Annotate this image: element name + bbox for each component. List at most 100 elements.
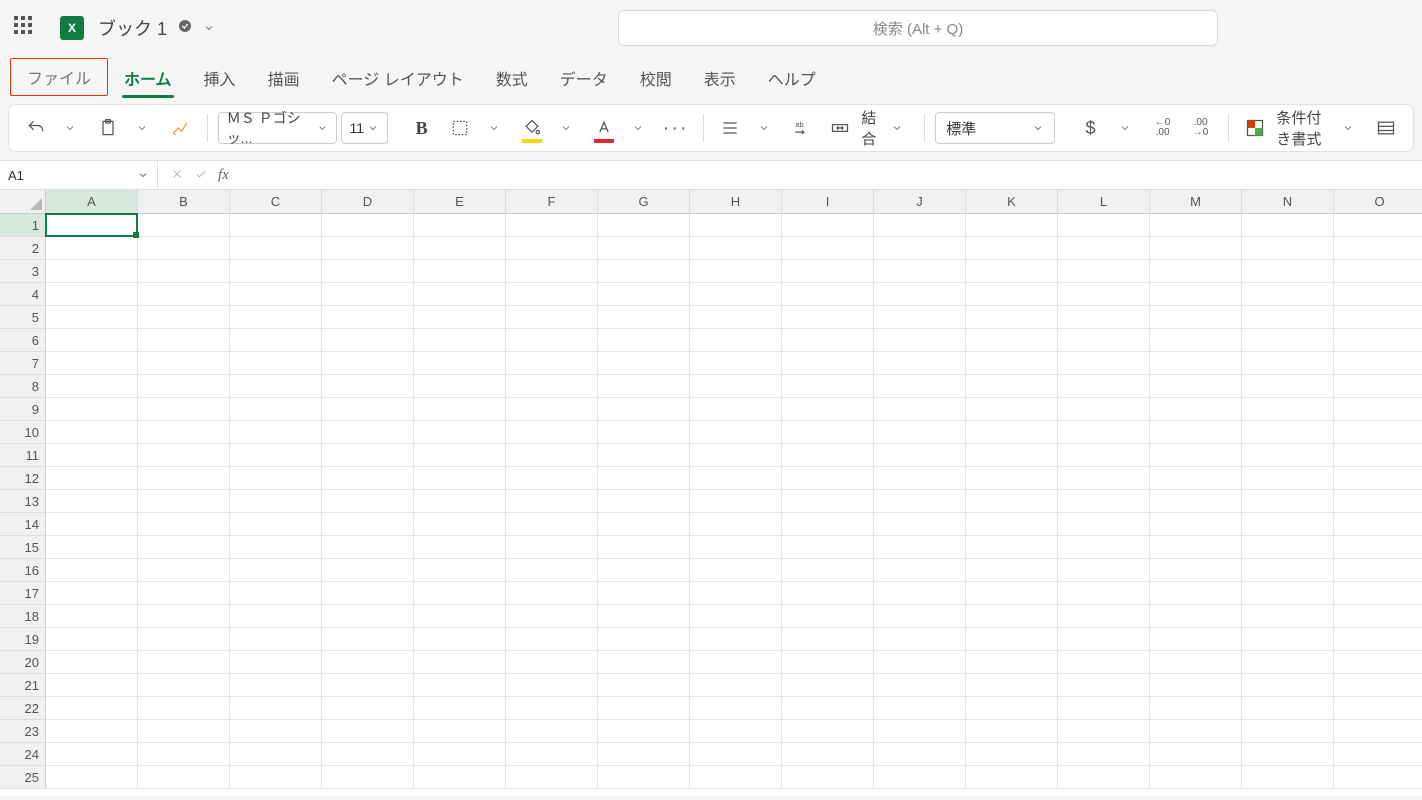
search-input[interactable]: 検索 (Alt + Q): [618, 10, 1218, 46]
cell[interactable]: [1150, 375, 1242, 398]
cell[interactable]: [690, 467, 782, 490]
cell[interactable]: [506, 605, 598, 628]
cell[interactable]: [966, 513, 1058, 536]
cell[interactable]: [46, 536, 138, 559]
tab-help[interactable]: ヘルプ: [752, 58, 832, 100]
cell[interactable]: [1058, 444, 1150, 467]
cell[interactable]: [966, 375, 1058, 398]
more-font-options[interactable]: ···: [659, 111, 693, 145]
cell[interactable]: [690, 628, 782, 651]
cell[interactable]: [322, 674, 414, 697]
cell[interactable]: [782, 559, 874, 582]
cell[interactable]: [1150, 283, 1242, 306]
cell[interactable]: [414, 674, 506, 697]
cell[interactable]: [874, 605, 966, 628]
row-header-2[interactable]: 2: [0, 237, 46, 260]
cell[interactable]: [1242, 559, 1334, 582]
cell[interactable]: [782, 306, 874, 329]
tab-view[interactable]: 表示: [688, 58, 752, 100]
cell[interactable]: [598, 536, 690, 559]
cell[interactable]: [414, 536, 506, 559]
cell[interactable]: [414, 214, 506, 237]
cell[interactable]: [874, 352, 966, 375]
row-header-8[interactable]: 8: [0, 375, 46, 398]
column-header-A[interactable]: A: [46, 190, 138, 214]
font-size-select[interactable]: 11: [341, 112, 388, 144]
row-header-17[interactable]: 17: [0, 582, 46, 605]
cell[interactable]: [138, 628, 230, 651]
row-header-18[interactable]: 18: [0, 605, 46, 628]
cell[interactable]: [506, 329, 598, 352]
cell[interactable]: [230, 444, 322, 467]
cell[interactable]: [1058, 421, 1150, 444]
cell[interactable]: [966, 582, 1058, 605]
cell[interactable]: [322, 329, 414, 352]
cell[interactable]: [966, 743, 1058, 766]
cell[interactable]: [966, 536, 1058, 559]
cell[interactable]: [322, 283, 414, 306]
cell[interactable]: [966, 398, 1058, 421]
cell[interactable]: [1242, 306, 1334, 329]
cell[interactable]: [46, 467, 138, 490]
cell[interactable]: [1334, 513, 1422, 536]
cell[interactable]: [46, 605, 138, 628]
row-header-5[interactable]: 5: [0, 306, 46, 329]
cell[interactable]: [46, 260, 138, 283]
cell[interactable]: [874, 283, 966, 306]
cell[interactable]: [414, 444, 506, 467]
cell[interactable]: [1334, 421, 1422, 444]
cell[interactable]: [414, 697, 506, 720]
cell[interactable]: [966, 766, 1058, 789]
cell[interactable]: [230, 582, 322, 605]
cell[interactable]: [1242, 260, 1334, 283]
cell[interactable]: [46, 513, 138, 536]
cell[interactable]: [506, 490, 598, 513]
fill-color-dropdown[interactable]: [549, 111, 583, 145]
cell[interactable]: [322, 559, 414, 582]
cell[interactable]: [230, 720, 322, 743]
cell[interactable]: [966, 605, 1058, 628]
cell[interactable]: [966, 421, 1058, 444]
cell[interactable]: [690, 398, 782, 421]
cell[interactable]: [506, 559, 598, 582]
cell[interactable]: [690, 766, 782, 789]
cell[interactable]: [874, 306, 966, 329]
cell[interactable]: [414, 398, 506, 421]
cell[interactable]: [1058, 536, 1150, 559]
cell[interactable]: [966, 306, 1058, 329]
cell[interactable]: [322, 582, 414, 605]
cell[interactable]: [230, 536, 322, 559]
cell[interactable]: [782, 467, 874, 490]
document-title[interactable]: ブック 1: [98, 15, 215, 41]
cell[interactable]: [874, 490, 966, 513]
cell[interactable]: [874, 559, 966, 582]
cell[interactable]: [966, 651, 1058, 674]
cell[interactable]: [690, 536, 782, 559]
column-header-C[interactable]: C: [230, 190, 322, 214]
cell[interactable]: [598, 237, 690, 260]
column-header-H[interactable]: H: [690, 190, 782, 214]
column-header-M[interactable]: M: [1150, 190, 1242, 214]
tab-data[interactable]: データ: [544, 58, 624, 100]
cell[interactable]: [322, 651, 414, 674]
cell[interactable]: [506, 375, 598, 398]
cell[interactable]: [1058, 283, 1150, 306]
fx-icon[interactable]: fx: [218, 167, 229, 184]
column-header-I[interactable]: I: [782, 190, 874, 214]
currency-dropdown[interactable]: [1108, 111, 1142, 145]
cell[interactable]: [1334, 467, 1422, 490]
cell[interactable]: [230, 628, 322, 651]
cell[interactable]: [46, 559, 138, 582]
cell[interactable]: [506, 306, 598, 329]
cell[interactable]: [322, 398, 414, 421]
tab-page-layout[interactable]: ページ レイアウト: [316, 58, 480, 100]
undo-dropdown[interactable]: [53, 111, 87, 145]
tab-insert[interactable]: 挿入: [188, 58, 252, 100]
cell[interactable]: [1242, 697, 1334, 720]
cell[interactable]: [414, 306, 506, 329]
cell[interactable]: [230, 674, 322, 697]
cell[interactable]: [598, 490, 690, 513]
cell[interactable]: [690, 559, 782, 582]
cell[interactable]: [138, 467, 230, 490]
cell[interactable]: [690, 352, 782, 375]
